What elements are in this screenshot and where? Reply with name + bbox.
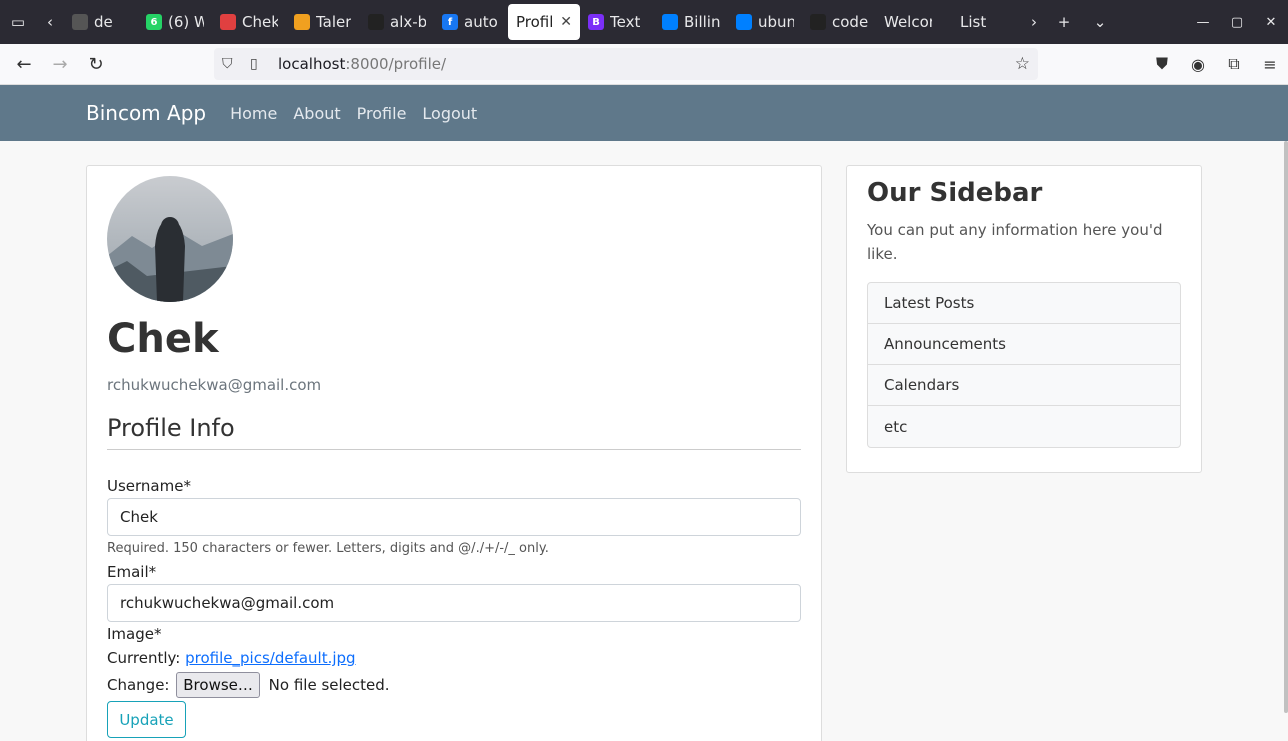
browser-tab[interactable]: ubun [728,4,802,40]
tab-title: List [960,13,987,31]
profile-card: Chek rchukwuchekwa@gmail.com Profile Inf… [86,165,822,741]
nav-profile[interactable]: Profile [357,104,407,123]
forward-icon[interactable]: → [42,46,78,82]
sidebar-title: Our Sidebar [867,178,1043,208]
page-info-icon[interactable]: ▯ [250,56,272,72]
browser-tab[interactable]: Welcom [876,4,952,40]
browser-tab[interactable]: de [64,4,138,40]
sidebar-item-etc[interactable]: etc [868,406,1180,447]
update-button[interactable]: Update [107,701,186,738]
tab-scroll-left-icon[interactable]: ‹ [36,0,64,44]
window-controls: — ▢ ✕ [1186,0,1288,44]
currently-label: Currently: [107,649,181,667]
new-tab-button[interactable]: + [1046,0,1082,44]
tab-title: auto [464,13,498,31]
browser-tab[interactable]: Taler [286,4,360,40]
browser-tab[interactable]: List [952,4,1022,40]
toolbar-icons: ⛊ ◉ ⧉ ≡ [1144,44,1288,84]
current-image-link[interactable]: profile_pics/default.jpg [185,649,355,667]
tab-title: ubun [758,13,794,31]
tab-title: Billin [684,13,720,31]
browser-tab[interactable]: f auto [434,4,508,40]
close-tab-icon[interactable]: ✕ [560,14,572,30]
minimize-icon[interactable]: — [1186,15,1220,30]
browser-tabbar: ▭ ‹ de 6 (6) W Chek Taler alx-b fauto Profile ✕ B… [0,0,1288,44]
url-host: localhost [278,55,346,73]
browse-button[interactable]: Browse… [176,672,260,698]
tab-favicon-icon [220,14,236,30]
browser-tab[interactable]: alx-b [360,4,434,40]
username-input[interactable]: Chek [107,498,801,536]
profile-info-title: Profile Info [107,414,235,442]
account-icon[interactable]: ◉ [1180,55,1216,74]
tab-title: Taler [316,13,352,31]
tab-title: alx-b [390,13,426,31]
tab-favicon-icon: B [588,14,604,30]
site-navbar: Bincom App Home About Profile Logout [0,85,1288,141]
browser-tab[interactable]: Profile ✕ [508,4,580,40]
bookmark-star-icon[interactable]: ☆ [1015,54,1030,74]
avatar [107,176,233,302]
username-value: Chek [120,508,158,526]
tab-title: Welcom [884,13,932,31]
nav-about[interactable]: About [293,104,340,123]
username-label: Username* [107,477,191,495]
sidebar-item-announcements[interactable]: Announcements [868,324,1180,365]
browser-tab[interactable]: Chek [212,4,286,40]
browser-tab[interactable]: Billin [654,4,728,40]
url-path: :8000/profile/ [345,55,447,73]
browser-tab[interactable]: B Text [580,4,654,40]
close-window-icon[interactable]: ✕ [1254,15,1288,30]
nav-logout[interactable]: Logout [422,104,477,123]
tab-title: Text [610,13,641,31]
change-label: Change: [107,676,170,694]
tab-favicon-icon: 6 [146,14,162,30]
back-icon[interactable]: ← [6,46,42,82]
tab-favicon-icon: f [442,14,458,30]
browser-tab[interactable]: 6 (6) W [138,4,212,40]
pocket-icon[interactable]: ⛊ [1144,54,1180,74]
tab-title: Profile [516,13,554,31]
tab-title: de [94,13,113,31]
change-image-row: Change: Browse… No file selected. [107,672,390,698]
brand-link[interactable]: Bincom App [86,101,206,125]
nav-home[interactable]: Home [230,104,277,123]
url-bar[interactable]: ⛉ ▯ localhost:8000/profile/ ☆ [214,48,1038,80]
tab-favicon-icon [294,14,310,30]
profile-email: rchukwuchekwa@gmail.com [107,376,322,394]
sidebar-text: You can put any information here you'd l… [867,221,1163,263]
tab-favicon-icon [662,14,678,30]
image-label: Image* [107,625,162,643]
tab-overview-icon[interactable]: ▭ [0,0,36,44]
email-value: rchukwuchekwa@gmail.com [120,594,335,612]
extensions-icon[interactable]: ⧉ [1216,54,1252,74]
sidebar: Our Sidebar You can put any information … [846,165,1202,473]
tab-favicon-icon [736,14,752,30]
maximize-icon[interactable]: ▢ [1220,15,1254,30]
sidebar-list: Latest Posts Announcements Calendars etc [867,282,1181,448]
sidebar-item-latest-posts[interactable]: Latest Posts [868,283,1180,324]
tab-title: (6) W [168,13,204,31]
scrollbar[interactable] [1284,141,1288,713]
browser-tab[interactable]: code [802,4,876,40]
tab-title: code [832,13,868,31]
current-image-row: Currently: profile_pics/default.jpg [107,649,356,667]
reload-icon[interactable]: ↻ [78,46,114,82]
tab-favicon-icon [72,14,88,30]
profile-username-heading: Chek [107,316,219,362]
shield-icon[interactable]: ⛉ [222,56,246,72]
sidebar-item-calendars[interactable]: Calendars [868,365,1180,406]
divider [107,449,801,450]
tab-title: Chek [242,13,278,31]
tab-list-dropdown-icon[interactable]: ⌄ [1082,0,1118,44]
tab-favicon-icon [810,14,826,30]
username-help-text: Required. 150 characters or fewer. Lette… [107,541,549,556]
tab-scroll-right-icon[interactable]: › [1022,0,1046,44]
email-input[interactable]: rchukwuchekwa@gmail.com [107,584,801,622]
tab-favicon-icon [368,14,384,30]
browser-navbar: ← → ↻ ⛉ ▯ localhost:8000/profile/ ☆ ⛊ ◉ … [0,44,1288,85]
no-file-text: No file selected. [268,676,390,694]
menu-icon[interactable]: ≡ [1252,55,1288,74]
email-label: Email* [107,563,157,581]
